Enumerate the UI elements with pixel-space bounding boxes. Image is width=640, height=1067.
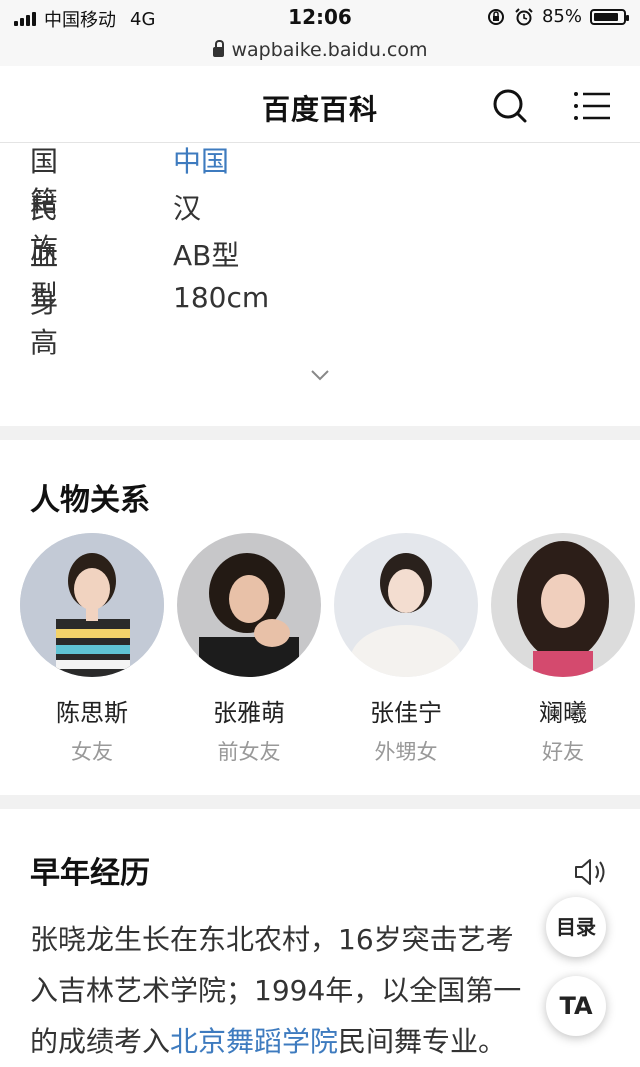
- info-value: AB型: [173, 239, 240, 272]
- person-card[interactable]: 斓曦 好友: [490, 533, 636, 766]
- paragraph-line: 的成绩考入北京舞蹈学院民间舞专业。: [30, 1016, 610, 1067]
- info-value: 180cm: [173, 281, 270, 314]
- avatar: [334, 533, 478, 677]
- info-value-link[interactable]: 中国: [173, 140, 229, 180]
- search-icon[interactable]: [490, 86, 530, 126]
- avatar: [177, 533, 321, 677]
- paragraph-line: 张晓龙生长在东北农村，16岁突击艺考: [30, 923, 514, 956]
- paragraph-line: 入吉林艺术学院；1994年，以全国第一: [30, 974, 522, 1007]
- battery-percent: 85%: [541, 6, 582, 27]
- section-divider: [0, 426, 640, 440]
- expand-chevron-icon[interactable]: [306, 365, 334, 385]
- person-relation: 女友: [71, 740, 113, 764]
- avatar: [491, 533, 635, 677]
- school-link[interactable]: 北京舞蹈学院: [170, 1025, 338, 1058]
- person-name: 张佳宁: [370, 699, 442, 727]
- person-card[interactable]: 张佳宁 外甥女: [333, 533, 479, 766]
- alarm-icon: [515, 7, 533, 25]
- relations-title: 人物关系: [30, 483, 150, 518]
- person-card[interactable]: 陈思斯 女友: [19, 533, 165, 766]
- section-divider: [0, 795, 640, 809]
- toc-button[interactable]: 目录: [546, 897, 606, 957]
- url-text: wapbaike.baidu.com: [231, 39, 428, 61]
- avatar: [20, 533, 164, 677]
- lock-icon: [212, 40, 224, 57]
- person-name: 斓曦: [539, 699, 587, 727]
- paragraph-text: 的成绩考入: [30, 1025, 171, 1058]
- rotation-lock-icon: [487, 8, 504, 25]
- site-title: 百度百科: [261, 93, 378, 126]
- person-card[interactable]: 张雅萌 前女友: [176, 533, 322, 766]
- early-years-title: 早年经历: [30, 856, 150, 891]
- info-key: 身高: [30, 286, 59, 359]
- ta-button[interactable]: TA: [546, 976, 606, 1036]
- battery-icon: [590, 8, 629, 25]
- status-right: 85%: [486, 6, 629, 27]
- person-relation: 前女友: [217, 740, 281, 764]
- status-bar: 中国移动 4G 12:06 85%: [0, 0, 640, 34]
- speaker-icon[interactable]: [572, 855, 610, 889]
- menu-icon[interactable]: [572, 88, 614, 124]
- url-bar[interactable]: wapbaike.baidu.com: [0, 34, 640, 66]
- person-name: 陈思斯: [56, 699, 128, 727]
- person-relation: 好友: [542, 740, 584, 764]
- app-header: 百度百科: [0, 68, 640, 143]
- info-value: 汉: [173, 192, 202, 225]
- person-relation: 外甥女: [374, 740, 438, 764]
- paragraph-text: 民间舞专业。: [338, 1025, 507, 1058]
- person-name: 张雅萌: [213, 699, 285, 727]
